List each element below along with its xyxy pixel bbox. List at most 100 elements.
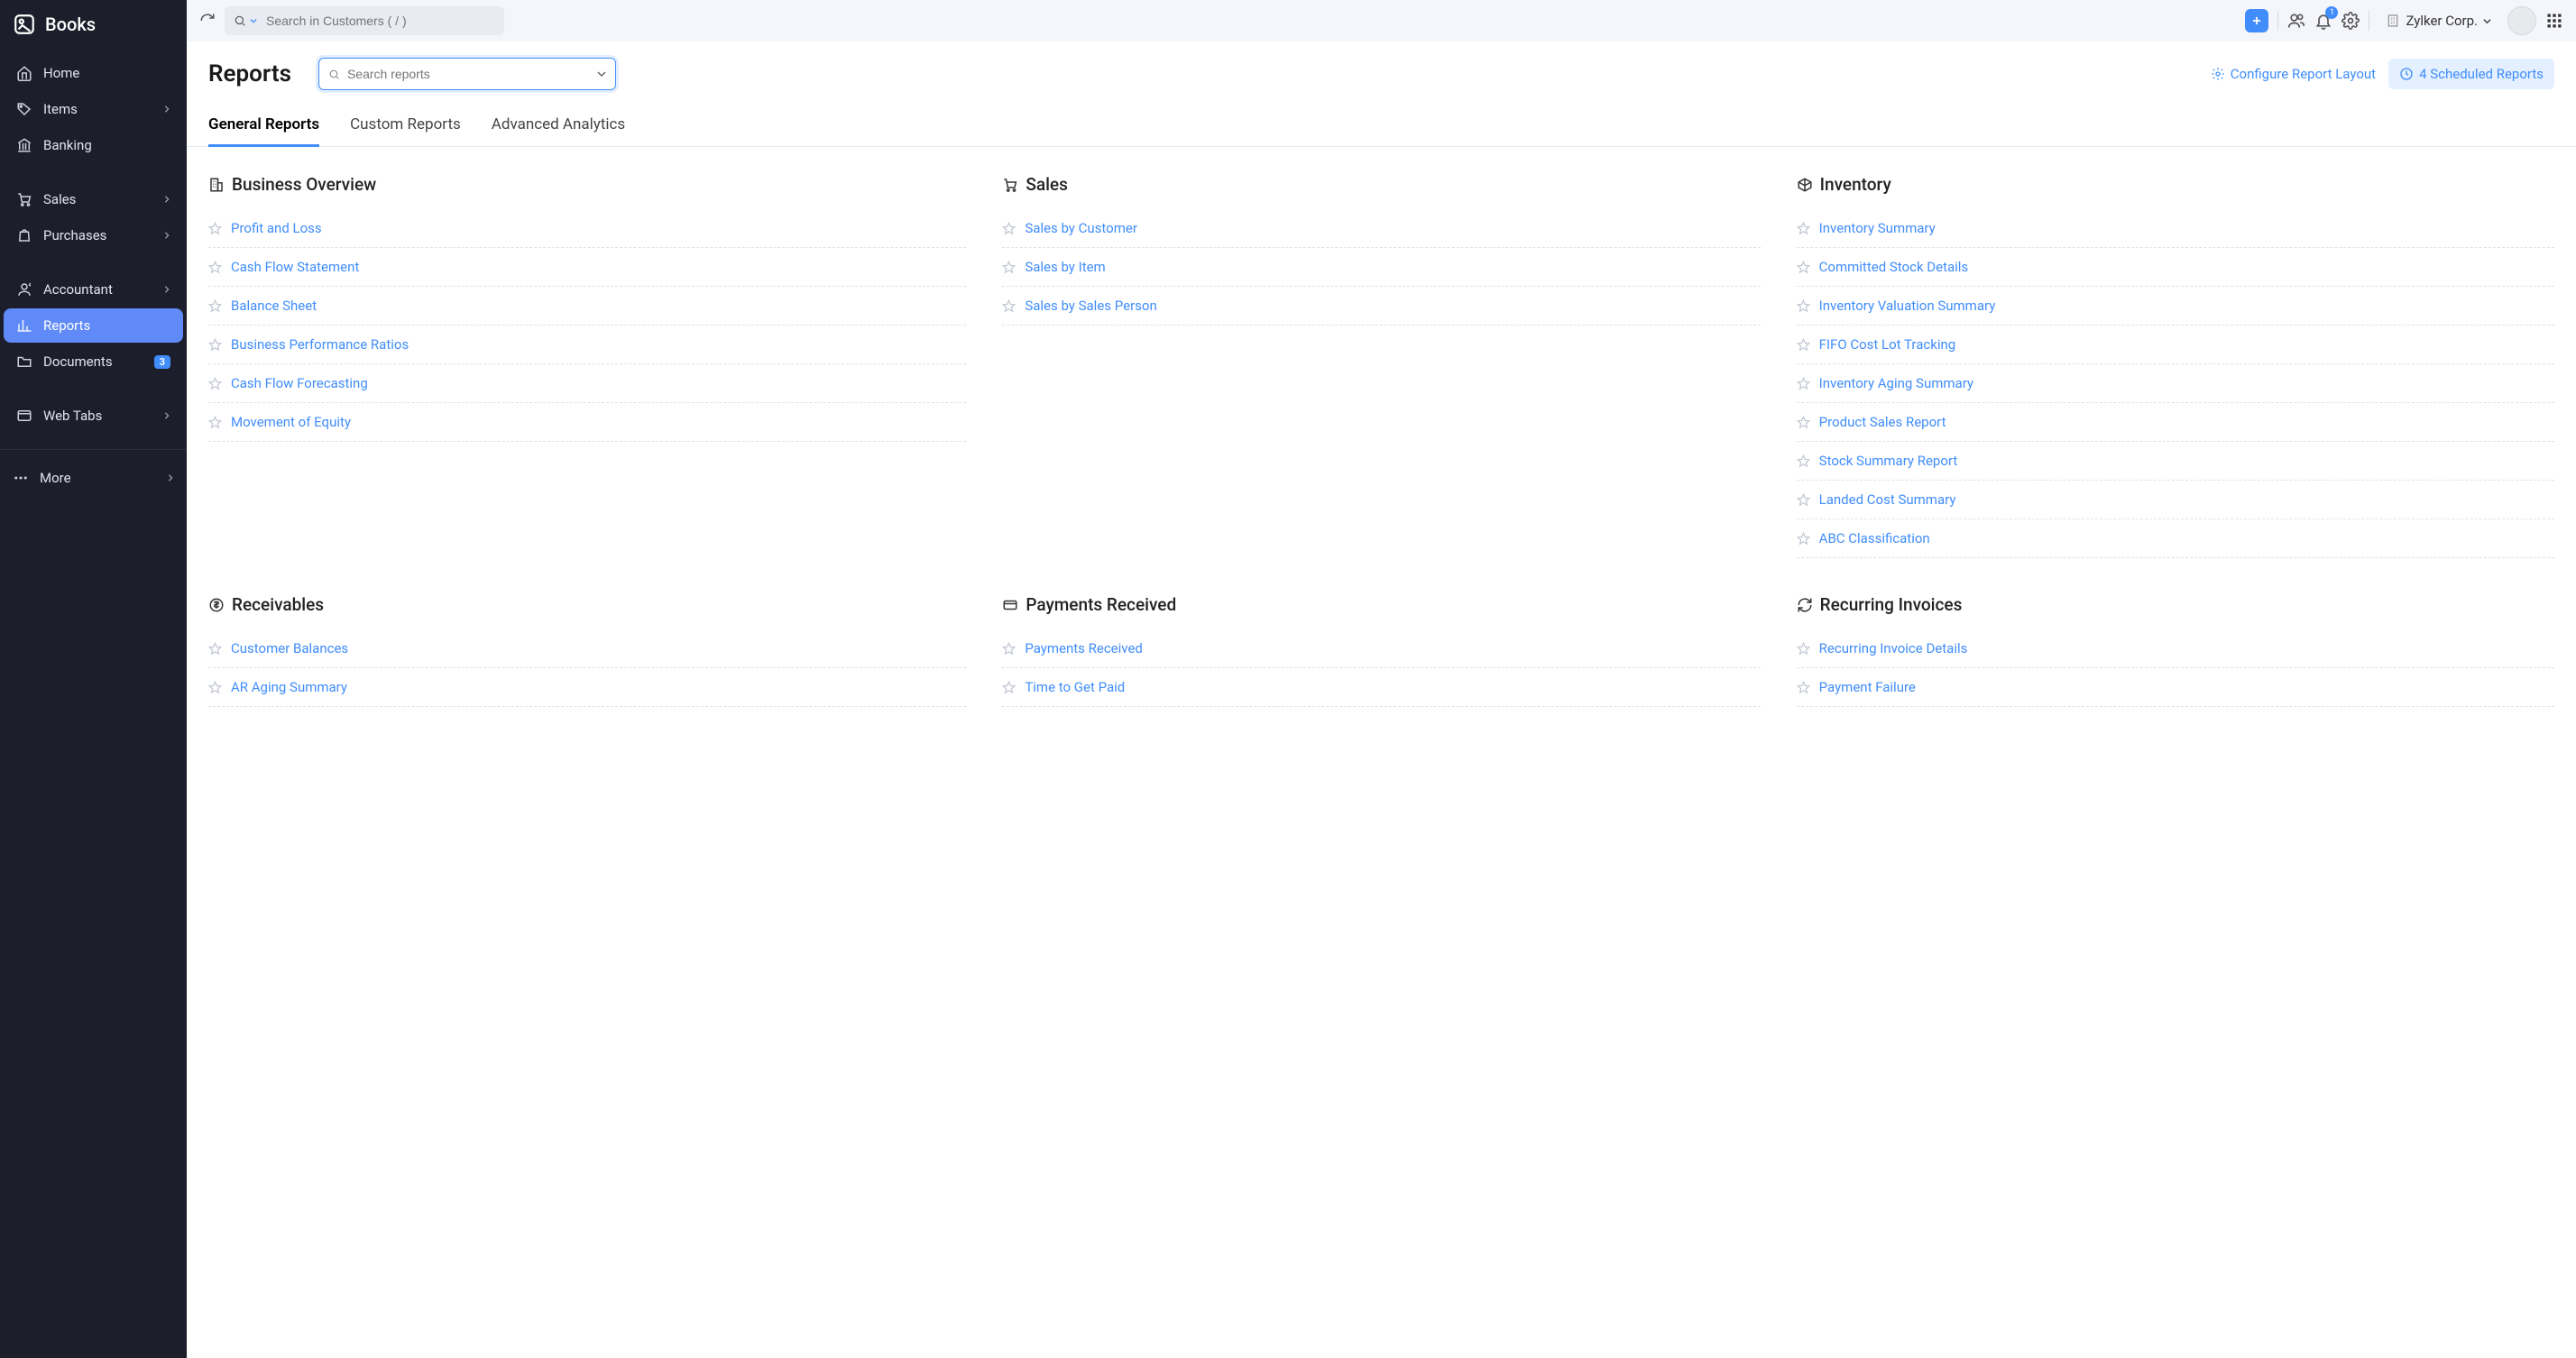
report-link[interactable]: Committed Stock Details (1819, 259, 1969, 275)
card-icon (1002, 597, 1018, 613)
star-icon[interactable] (208, 416, 222, 429)
global-search-input[interactable] (266, 14, 495, 28)
sidebar-item-documents[interactable]: Documents 3 (4, 344, 183, 379)
tab-general-reports[interactable]: General Reports (208, 106, 319, 146)
page-title: Reports (208, 60, 291, 87)
star-icon[interactable] (1797, 416, 1810, 429)
scheduled-reports-button[interactable]: 4 Scheduled Reports (2388, 59, 2554, 89)
report-link[interactable]: Profit and Loss (231, 220, 322, 236)
chevron-down-icon[interactable] (597, 69, 606, 78)
sidebar-item-home[interactable]: Home (4, 56, 183, 90)
report-link[interactable]: Inventory Summary (1819, 220, 1936, 236)
report-link[interactable]: Balance Sheet (231, 298, 317, 314)
tab-advanced-analytics[interactable]: Advanced Analytics (492, 106, 625, 146)
report-link[interactable]: FIFO Cost Lot Tracking (1819, 336, 1956, 353)
report-section-inventory: Inventory Inventory Summary Committed Stoc… (1797, 174, 2554, 558)
report-link[interactable]: Sales by Customer (1025, 220, 1137, 236)
star-icon[interactable] (1002, 222, 1016, 235)
star-icon[interactable] (1797, 642, 1810, 656)
star-icon[interactable] (1797, 338, 1810, 352)
report-link[interactable]: Recurring Invoice Details (1819, 640, 1968, 656)
reports-body: Business Overview Profit and Loss Cash Flo… (187, 147, 2576, 779)
report-link[interactable]: Inventory Valuation Summary (1819, 298, 1996, 314)
settings-icon[interactable] (2341, 12, 2360, 30)
add-button[interactable] (2245, 9, 2268, 32)
report-link[interactable]: Movement of Equity (231, 414, 351, 430)
star-icon[interactable] (1797, 261, 1810, 274)
report-link[interactable]: Time to Get Paid (1025, 679, 1125, 695)
report-link[interactable]: ABC Classification (1819, 530, 1930, 546)
avatar[interactable] (2507, 6, 2536, 35)
sidebar-item-more[interactable]: More (0, 461, 187, 495)
notifications-icon[interactable]: 1 (2314, 12, 2332, 30)
report-row: Inventory Aging Summary (1797, 364, 2554, 403)
report-link[interactable]: Customer Balances (231, 640, 348, 656)
report-link[interactable]: Product Sales Report (1819, 414, 1946, 430)
section-title: Business Overview (208, 174, 966, 195)
star-icon[interactable] (208, 642, 222, 656)
sidebar-item-accountant[interactable]: Accountant (4, 272, 183, 307)
star-icon[interactable] (1797, 681, 1810, 694)
report-row: Profit and Loss (208, 209, 966, 248)
star-icon[interactable] (1797, 299, 1810, 313)
report-search-input[interactable] (347, 67, 597, 81)
sidebar-item-web-tabs[interactable]: Web Tabs (4, 399, 183, 433)
page-header: Reports Configure Report Layout 4 Schedu… (187, 41, 2576, 106)
star-icon[interactable] (208, 338, 222, 352)
report-section-sales: SalesSales by CustomerSales by ItemSales… (1002, 174, 1760, 326)
chevron-right-icon (163, 106, 170, 113)
org-name: Zylker Corp. (2406, 13, 2478, 29)
star-icon[interactable] (1797, 493, 1810, 507)
star-icon[interactable] (1797, 532, 1810, 546)
tab-custom-reports[interactable]: Custom Reports (350, 106, 461, 146)
report-link[interactable]: Sales by Item (1025, 259, 1105, 275)
report-section-recurring-invoices: Recurring InvoicesRecurring Invoice Deta… (1797, 594, 2554, 707)
star-icon[interactable] (1002, 261, 1016, 274)
home-icon (16, 65, 32, 81)
report-row: Cash Flow Statement (208, 248, 966, 287)
chevron-down-icon[interactable] (250, 17, 257, 24)
star-icon[interactable] (1002, 299, 1016, 313)
apps-grid-icon[interactable] (2545, 12, 2563, 30)
users-icon[interactable] (2287, 12, 2305, 30)
sidebar-item-sales[interactable]: Sales (4, 182, 183, 216)
folder-icon (16, 353, 32, 370)
sidebar-item-purchases[interactable]: Purchases (4, 218, 183, 252)
notification-badge: 1 (2325, 6, 2338, 19)
star-icon[interactable] (1797, 222, 1810, 235)
star-icon[interactable] (1002, 681, 1016, 694)
report-link[interactable]: Payment Failure (1819, 679, 1916, 695)
star-icon[interactable] (208, 377, 222, 390)
report-link[interactable]: Stock Summary Report (1819, 453, 1958, 469)
report-link[interactable]: Payments Received (1025, 640, 1143, 656)
sidebar-item-reports[interactable]: Reports (4, 308, 183, 343)
report-link[interactable]: Landed Cost Summary (1819, 491, 1956, 508)
star-icon[interactable] (208, 222, 222, 235)
sidebar-item-banking[interactable]: Banking (4, 128, 183, 162)
report-link[interactable]: AR Aging Summary (231, 679, 347, 695)
star-icon[interactable] (1002, 642, 1016, 656)
report-link[interactable]: Cash Flow Forecasting (231, 375, 368, 391)
brand-logo[interactable]: Books (0, 0, 187, 49)
report-row: Landed Cost Summary (1797, 481, 2554, 519)
sidebar-item-label: Purchases (43, 227, 163, 243)
section-title: Inventory (1797, 174, 2554, 195)
report-search[interactable] (318, 58, 616, 90)
configure-report-layout-button[interactable]: Configure Report Layout (2211, 66, 2376, 82)
star-icon[interactable] (208, 299, 222, 313)
report-link[interactable]: Sales by Sales Person (1025, 298, 1156, 314)
org-picker[interactable]: Zylker Corp. (2378, 13, 2498, 29)
star-icon[interactable] (1797, 377, 1810, 390)
report-row: Recurring Invoice Details (1797, 629, 2554, 668)
star-icon[interactable] (1797, 454, 1810, 468)
sidebar-item-items[interactable]: Items (4, 92, 183, 126)
star-icon[interactable] (208, 681, 222, 694)
report-row: Sales by Sales Person (1002, 287, 1760, 326)
global-search[interactable] (225, 6, 504, 35)
report-link[interactable]: Inventory Aging Summary (1819, 375, 1973, 391)
report-link[interactable]: Cash Flow Statement (231, 259, 359, 275)
brand-name: Books (45, 14, 96, 35)
reload-button[interactable] (199, 13, 216, 29)
report-link[interactable]: Business Performance Ratios (231, 336, 409, 353)
star-icon[interactable] (208, 261, 222, 274)
